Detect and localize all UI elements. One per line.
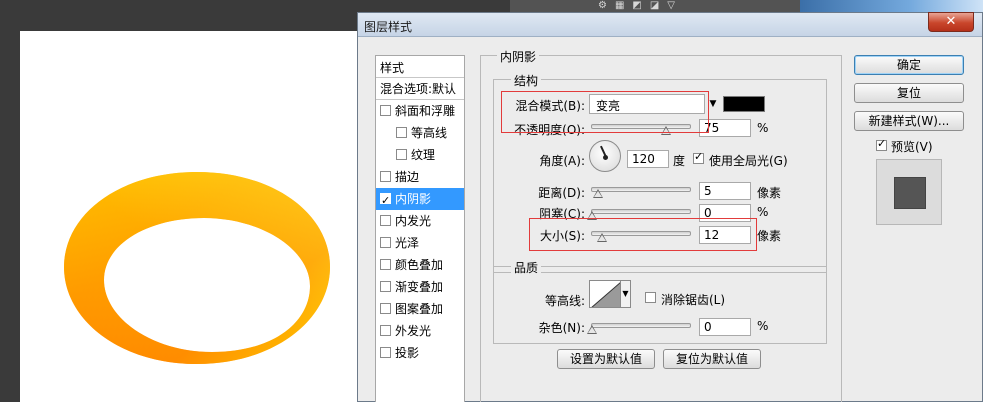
style-item-checkbox[interactable] <box>380 105 391 116</box>
style-item-checkbox[interactable] <box>380 215 391 226</box>
style-item[interactable]: 渐变叠加 <box>376 276 464 298</box>
choke-unit: % <box>757 205 769 219</box>
contour-curve-icon <box>591 282 620 307</box>
style-item-checkbox[interactable] <box>380 171 391 182</box>
anti-alias-checkbox[interactable] <box>645 292 656 303</box>
style-item[interactable]: 等高线 <box>376 122 464 144</box>
layer-style-dialog: 图层样式 ✕ 样式 混合选项:默认 斜面和浮雕等高线纹理描边内阴影内发光光泽颜色… <box>357 12 983 402</box>
noise-slider[interactable] <box>591 323 691 328</box>
style-preview-swatch <box>894 177 926 209</box>
noise-unit: % <box>757 319 769 333</box>
global-light-checkbox[interactable] <box>693 150 704 164</box>
style-item[interactable]: 颜色叠加 <box>376 254 464 276</box>
style-item-label: 光泽 <box>395 236 420 250</box>
style-item-checkbox[interactable] <box>380 325 391 336</box>
global-light-label: 使用全局光(G) <box>709 154 788 168</box>
style-item-label: 描边 <box>395 170 420 184</box>
size-highlight <box>529 218 757 251</box>
inner-shadow-title: 内阴影 <box>497 48 540 65</box>
style-item[interactable]: 图案叠加 <box>376 298 464 320</box>
style-item-checkbox[interactable] <box>396 127 407 138</box>
angle-label: 角度(A): <box>539 154 585 168</box>
angle-dial[interactable] <box>589 140 621 172</box>
dialog-title: 图层样式 <box>364 20 413 34</box>
style-item-label: 纹理 <box>411 148 436 162</box>
style-preview <box>876 159 942 225</box>
style-item-checkbox[interactable] <box>380 281 391 292</box>
opacity-unit: % <box>757 121 769 135</box>
style-item-label: 外发光 <box>395 324 432 338</box>
style-item-label: 图案叠加 <box>395 302 444 316</box>
style-item[interactable]: 内发光 <box>376 210 464 232</box>
contour-label: 等高线: <box>544 294 585 308</box>
size-unit: 像素 <box>757 229 782 243</box>
style-item-checkbox[interactable] <box>380 190 391 212</box>
dialog-titlebar[interactable]: 图层样式 ✕ <box>358 12 982 37</box>
blending-options-item[interactable]: 混合选项:默认 <box>376 78 464 100</box>
styles-header[interactable]: 样式 <box>376 56 464 78</box>
shadow-color-swatch[interactable] <box>723 96 765 112</box>
style-item[interactable]: 描边 <box>376 166 464 188</box>
style-item[interactable]: 外发光 <box>376 320 464 342</box>
style-item[interactable]: 投影 <box>376 342 464 364</box>
ok-button[interactable]: 确定 <box>854 55 964 75</box>
angle-input[interactable] <box>627 150 669 168</box>
angle-unit: 度 <box>673 154 686 168</box>
style-item-checkbox[interactable] <box>380 303 391 314</box>
inner-shadow-panel: 内阴影 结构 混合模式(B): 变亮 ▼ 不透明度(O): % 角度(A): 度… <box>480 48 842 402</box>
style-item-checkbox[interactable] <box>380 237 391 248</box>
close-button[interactable]: ✕ <box>928 12 974 32</box>
structure-title: 结构 <box>511 72 542 89</box>
style-item-label: 颜色叠加 <box>395 258 444 272</box>
style-item[interactable]: 斜面和浮雕 <box>376 100 464 122</box>
angle-dial-center <box>603 155 608 160</box>
contour-dropdown-arrow-icon[interactable]: ▼ <box>621 280 631 308</box>
distance-label: 距离(D): <box>538 186 585 200</box>
noise-input[interactable] <box>699 318 751 336</box>
reset-default-button[interactable]: 复位为默认值 <box>663 349 761 369</box>
anti-alias-label: 消除锯齿(L) <box>661 293 726 307</box>
style-item-label: 渐变叠加 <box>395 280 444 294</box>
quality-title: 品质 <box>511 259 542 276</box>
set-default-button[interactable]: 设置为默认值 <box>557 349 655 369</box>
style-item-checkbox[interactable] <box>396 149 407 160</box>
preview-checkbox[interactable] <box>876 137 887 151</box>
gradient-ring-artwork <box>64 172 330 364</box>
new-style-button[interactable]: 新建样式(W)... <box>854 111 964 131</box>
style-item-label: 等高线 <box>411 126 448 140</box>
style-item[interactable]: 光泽 <box>376 232 464 254</box>
blend-mode-highlight <box>501 91 709 133</box>
close-icon: ✕ <box>945 14 957 29</box>
preview-label: 预览(V) <box>891 140 933 154</box>
styles-list: 样式 混合选项:默认 斜面和浮雕等高线纹理描边内阴影内发光光泽颜色叠加渐变叠加图… <box>375 55 465 402</box>
style-item[interactable]: 内阴影 <box>376 188 464 212</box>
distance-input[interactable] <box>699 182 751 200</box>
distance-unit: 像素 <box>757 186 782 200</box>
noise-label: 杂色(N): <box>538 321 585 335</box>
style-item-label: 斜面和浮雕 <box>395 104 456 118</box>
style-item-label: 内发光 <box>395 214 432 228</box>
style-item-label: 内阴影 <box>395 192 432 206</box>
style-item-checkbox[interactable] <box>380 259 391 270</box>
style-item-label: 投影 <box>395 346 420 360</box>
contour-picker[interactable] <box>589 280 621 308</box>
reset-button[interactable]: 复位 <box>854 83 964 103</box>
distance-slider-thumb[interactable] <box>593 189 603 198</box>
noise-slider-thumb[interactable] <box>587 325 597 334</box>
style-item-checkbox[interactable] <box>380 347 391 358</box>
style-item[interactable]: 纹理 <box>376 144 464 166</box>
distance-slider[interactable] <box>591 187 691 192</box>
choke-slider[interactable] <box>591 209 691 214</box>
